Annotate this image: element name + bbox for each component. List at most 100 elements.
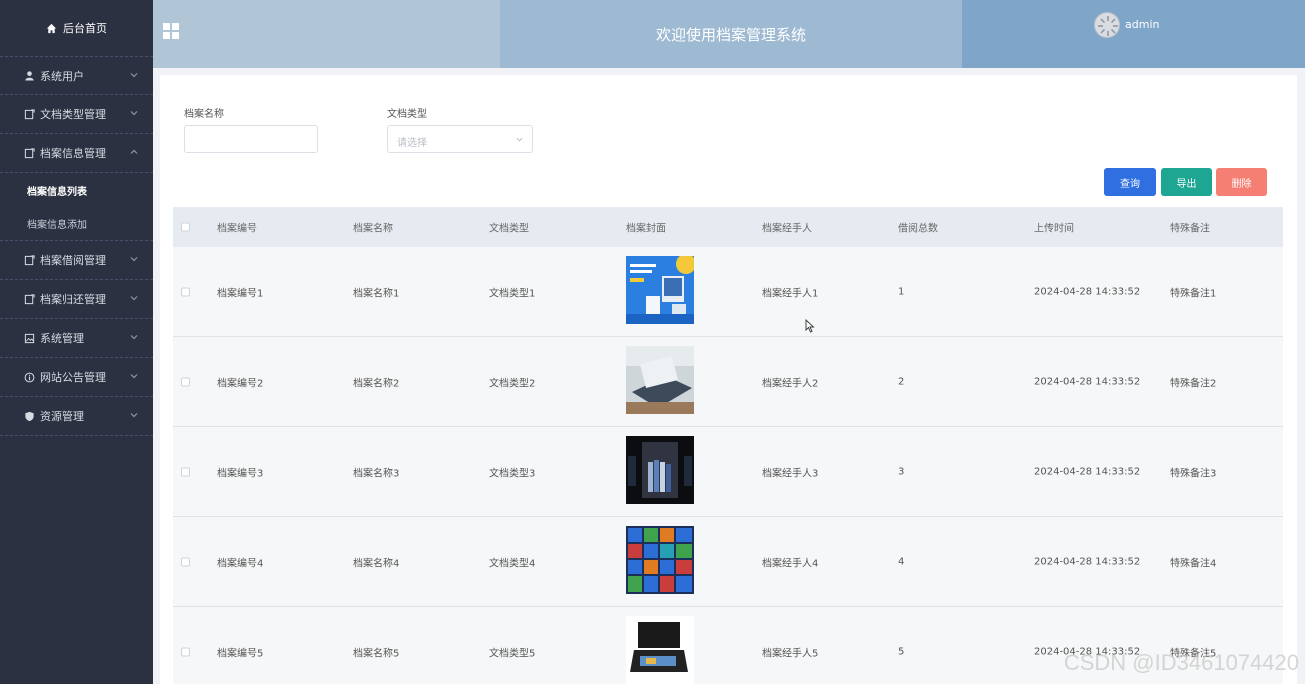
cell-note: 特殊备注4	[1170, 558, 1217, 569]
export-button[interactable]: 导出	[1161, 168, 1212, 196]
chevron-down-icon	[516, 137, 523, 142]
image-icon	[24, 333, 35, 344]
sidebar-item-label: 文档类型管理	[40, 108, 106, 121]
shield-icon	[24, 411, 35, 422]
cell-type: 文档类型5	[489, 648, 536, 660]
cell-time: 2024-04-28 14:33:52	[1034, 286, 1141, 297]
document-icon	[24, 108, 35, 120]
cell-handler: 档案经手人4	[762, 558, 819, 569]
cover-image[interactable]	[626, 346, 694, 414]
chevron-up-icon	[130, 149, 138, 154]
cell-count: 3	[898, 466, 905, 477]
chevron-down-icon	[130, 374, 138, 379]
archive-name-input[interactable]	[184, 125, 318, 153]
cell-note: 特殊备注3	[1170, 468, 1217, 479]
filter-type-label: 文档类型	[387, 109, 427, 120]
col-header-no: 档案编号	[217, 223, 257, 235]
top-header: 欢迎使用档案管理系统 admin	[153, 0, 1305, 68]
sidebar-subitem-archive-add[interactable]: 档案信息添加	[0, 207, 153, 241]
delete-button[interactable]: 删除	[1216, 168, 1267, 196]
row-checkbox[interactable]	[181, 557, 190, 566]
select-placeholder: 请选择	[397, 138, 427, 149]
cell-time: 2024-04-28 14:33:52	[1034, 376, 1141, 387]
home-icon	[46, 23, 57, 33]
table-row[interactable]: 档案编号1 档案名称1 文档类型1 档案经手人1 1 2024-04-28 14…	[173, 247, 1283, 337]
info-icon	[24, 372, 35, 383]
cell-no: 档案编号4	[217, 558, 264, 569]
sidebar-item-label: 档案信息管理	[40, 147, 106, 160]
cell-count: 4	[898, 556, 905, 567]
document-type-select[interactable]: 请选择	[387, 125, 533, 153]
cell-handler: 档案经手人3	[762, 468, 819, 479]
document-icon	[24, 147, 35, 159]
cell-count: 5	[898, 646, 905, 658]
cell-name: 档案名称1	[353, 288, 400, 299]
row-checkbox[interactable]	[181, 287, 190, 296]
sidebar-item-borrow[interactable]: 档案借阅管理	[0, 241, 153, 280]
document-icon	[24, 293, 35, 305]
sidebar-item-label: 系统用户	[40, 69, 84, 83]
user-icon	[24, 70, 35, 81]
cell-no: 档案编号1	[217, 288, 264, 299]
col-header-handler: 档案经手人	[762, 223, 812, 235]
col-header-count: 借阅总数	[898, 223, 938, 235]
cover-image[interactable]	[626, 526, 694, 594]
cell-time: 2024-04-28 14:33:52	[1034, 466, 1141, 477]
col-header-type: 文档类型	[489, 223, 529, 235]
sidebar-item-users[interactable]: 系统用户	[0, 56, 153, 95]
sidebar-subitem-archive-list[interactable]: 档案信息列表	[0, 173, 153, 207]
table-row[interactable]: 档案编号4 档案名称4 文档类型4 档案经手人4 4 2024-04-28 14…	[173, 517, 1283, 607]
page-title: 欢迎使用档案管理系统	[500, 0, 962, 68]
cell-type: 文档类型3	[489, 468, 536, 479]
watermark: CSDN @ID3461074420	[1063, 650, 1299, 675]
cover-image[interactable]	[626, 256, 694, 324]
table-row[interactable]: 档案编号2 档案名称2 文档类型2 档案经手人2 2 2024-04-28 14…	[173, 337, 1283, 427]
sidebar-item-return[interactable]: 档案归还管理	[0, 280, 153, 319]
sidebar-item-announcements[interactable]: 网站公告管理	[0, 358, 153, 397]
sidebar-item-resources[interactable]: 资源管理	[0, 397, 153, 436]
menu-grid-icon[interactable]	[163, 23, 179, 39]
document-icon	[24, 254, 35, 266]
cell-note: 特殊备注2	[1170, 378, 1217, 389]
user-name[interactable]: admin	[1125, 18, 1159, 31]
sidebar-home[interactable]: 后台首页	[0, 0, 153, 56]
table-header: 档案编号 档案名称 文档类型 档案封面 档案经手人 借阅总数 上传时间 特殊备注	[173, 207, 1283, 247]
sidebar-home-label: 后台首页	[63, 22, 107, 35]
col-header-time: 上传时间	[1034, 223, 1074, 235]
sidebar-item-label: 网站公告管理	[40, 371, 106, 384]
row-checkbox[interactable]	[181, 647, 190, 657]
cell-note: 特殊备注1	[1170, 288, 1217, 299]
cell-handler: 档案经手人2	[762, 378, 819, 389]
mouse-cursor-icon	[805, 319, 815, 333]
cell-no: 档案编号5	[217, 648, 264, 660]
table-row[interactable]: 档案编号3 档案名称3 文档类型3 档案经手人3 3 2024-04-28 14…	[173, 427, 1283, 517]
chevron-down-icon	[130, 111, 138, 116]
sidebar-item-archive-info[interactable]: 档案信息管理	[0, 134, 153, 173]
cell-type: 文档类型4	[489, 558, 536, 569]
select-all-checkbox[interactable]	[181, 222, 190, 232]
cover-image[interactable]	[626, 616, 694, 684]
cell-type: 文档类型2	[489, 378, 536, 389]
sidebar-item-doc-types[interactable]: 文档类型管理	[0, 95, 153, 134]
header-left	[153, 0, 500, 68]
col-header-cover: 档案封面	[626, 223, 666, 235]
col-header-name: 档案名称	[353, 223, 393, 235]
avatar[interactable]	[1094, 12, 1120, 38]
cell-time: 2024-04-28 14:33:52	[1034, 556, 1141, 567]
cover-image[interactable]	[626, 436, 694, 504]
sidebar-item-system[interactable]: 系统管理	[0, 319, 153, 358]
cell-no: 档案编号2	[217, 378, 264, 389]
row-checkbox[interactable]	[181, 467, 190, 476]
search-button[interactable]: 查询	[1104, 168, 1156, 196]
sidebar: 后台首页 系统用户 文档类型管理 档案信息管理 档案信息列表 档案信息添加 档案…	[0, 0, 153, 684]
cell-count: 2	[898, 376, 905, 387]
row-checkbox[interactable]	[181, 377, 190, 386]
chevron-down-icon	[130, 296, 138, 301]
chevron-down-icon	[130, 335, 138, 340]
cell-handler: 档案经手人1	[762, 288, 819, 299]
cell-count: 1	[898, 286, 905, 297]
cell-name: 档案名称4	[353, 558, 400, 569]
cell-name: 档案名称5	[353, 648, 400, 660]
cell-name: 档案名称3	[353, 468, 400, 479]
cell-type: 文档类型1	[489, 288, 536, 299]
